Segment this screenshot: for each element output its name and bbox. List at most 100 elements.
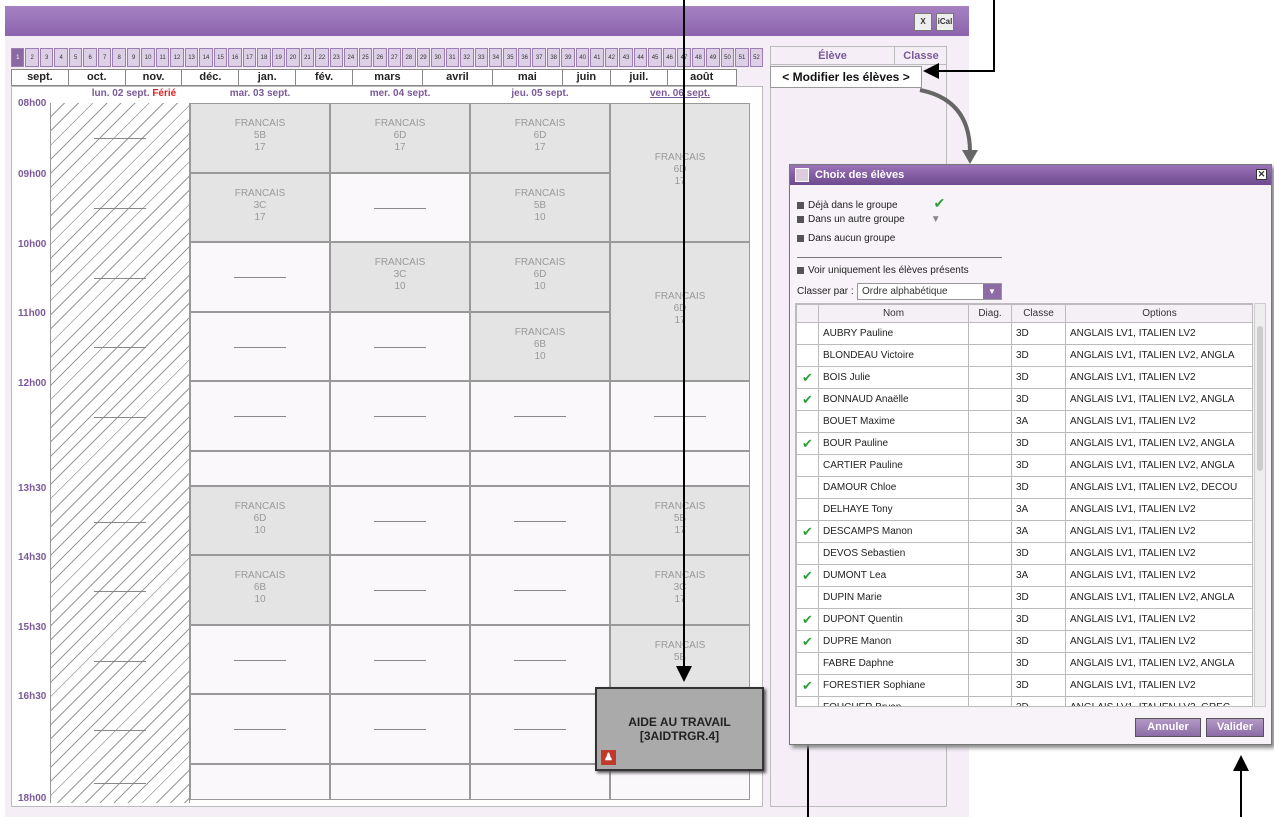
course-block[interactable]: FRANCAIS 6D 10 [470,242,610,312]
empty-slot[interactable] [330,555,470,625]
course-block[interactable]: FRANCAIS 6D 17 [470,103,610,173]
table-row[interactable]: ✔ DUMONT Lea 3A ANGLAIS LV1, ITALIEN LV2 [796,564,1252,587]
check-cell[interactable] [796,454,819,477]
week-43[interactable]: 43 [619,48,633,67]
header-options[interactable]: Options [1065,304,1252,323]
check-icon[interactable]: ✔ [796,520,819,543]
month-0[interactable]: sept. [11,69,68,86]
month-7[interactable]: avril [421,69,492,86]
week-10[interactable]: 10 [141,48,155,67]
month-8[interactable]: mai [491,69,562,86]
week-26[interactable]: 26 [373,48,387,67]
scrollbar[interactable] [1254,303,1266,707]
week-49[interactable]: 49 [706,48,720,67]
course-block[interactable]: FRANCAIS 6D 10 [190,486,330,555]
ical-export-icon[interactable]: iCal [936,13,954,31]
month-10[interactable]: juil. [609,69,667,86]
week-1[interactable]: 1 [11,48,25,67]
table-row[interactable]: AUBRY Pauline 3D ANGLAIS LV1, ITALIEN LV2 [796,322,1252,345]
table-row[interactable]: ✔ DUPRE Manon 3D ANGLAIS LV1, ITALIEN LV2 [796,630,1252,653]
week-14[interactable]: 14 [199,48,213,67]
table-row[interactable]: ✔ BOIS Julie 3D ANGLAIS LV1, ITALIEN LV2 [796,366,1252,389]
check-cell[interactable] [796,542,819,565]
week-5[interactable]: 5 [68,48,83,67]
empty-slot[interactable] [190,242,330,312]
week-9[interactable]: 9 [126,48,141,67]
week-16[interactable]: 16 [228,48,242,67]
table-row[interactable]: ✔ DESCAMPS Manon 3A ANGLAIS LV1, ITALIEN LV… [796,520,1252,543]
week-32[interactable]: 32 [460,48,474,67]
empty-slot[interactable] [470,764,610,800]
check-icon[interactable]: ✔ [796,674,819,697]
check-cell[interactable] [796,696,819,706]
week-22[interactable]: 22 [315,48,329,67]
week-4[interactable]: 4 [54,48,68,67]
week-23[interactable]: 23 [329,48,344,67]
month-4[interactable]: jan. [238,69,296,86]
week-25[interactable]: 25 [358,48,373,67]
week-21[interactable]: 21 [300,48,315,67]
empty-slot[interactable] [330,486,470,555]
empty-slot[interactable] [330,694,470,764]
week-45[interactable]: 45 [648,48,662,67]
empty-slot[interactable] [190,625,330,694]
week-44[interactable]: 44 [633,48,648,67]
table-row[interactable]: ✔ DUPONT Quentin 3D ANGLAIS LV1, ITALIEN LV… [796,608,1252,631]
check-cell[interactable] [796,586,819,609]
empty-slot[interactable] [330,451,470,486]
close-icon[interactable]: ✕ [1256,169,1267,180]
empty-slot[interactable] [470,451,610,486]
empty-slot[interactable] [470,381,610,451]
header-nom[interactable]: Nom [818,304,969,323]
sort-select[interactable]: Ordre alphabétique ▼ [857,283,1002,300]
validate-button[interactable]: Valider [1206,718,1264,737]
week-35[interactable]: 35 [503,48,517,67]
table-row[interactable]: FOUCHER Bryan 3DANGLAIS LV1, ITALIEN LV2,… [796,696,1252,706]
week-30[interactable]: 30 [431,48,445,67]
col-classe[interactable]: Classe [895,47,947,64]
table-row[interactable]: ✔ FORESTIER Sophiane 3D ANGLAIS LV1, ITALIE… [796,674,1252,697]
col-eleve[interactable]: Élève [771,47,895,64]
week-42[interactable]: 42 [604,48,619,67]
month-5[interactable]: fév. [295,69,352,86]
empty-slot[interactable] [470,486,610,555]
course-block[interactable]: FRANCAIS 3C 17 [190,173,330,242]
month-3[interactable]: déc. [181,69,239,86]
course-block[interactable]: FRANCAIS 3C 10 [330,242,470,312]
course-block[interactable]: FRANCAIS 5B 17 [190,103,330,173]
week-15[interactable]: 15 [213,48,228,67]
table-row[interactable]: DUPIN Marie 3D ANGLAIS LV1, ITALIEN LV2, A… [796,586,1252,609]
week-40[interactable]: 40 [575,48,590,67]
week-7[interactable]: 7 [97,48,112,67]
week-31[interactable]: 31 [445,48,460,67]
week-46[interactable]: 46 [662,48,677,67]
empty-slot[interactable] [190,381,330,451]
check-icon[interactable]: ✔ [796,366,819,389]
table-row[interactable]: ✔ BOUR Pauline 3D ANGLAIS LV1, ITALIEN LV2,… [796,432,1252,455]
empty-slot[interactable] [330,381,470,451]
empty-slot[interactable] [470,694,610,764]
week-2[interactable]: 2 [25,48,39,67]
table-row[interactable]: DEVOS Sebastien 3D ANGLAIS LV1, ITALIEN LV… [796,542,1252,565]
empty-slot[interactable] [330,173,470,242]
week-41[interactable]: 41 [590,48,604,67]
month-1[interactable]: oct. [67,69,125,86]
week-33[interactable]: 33 [474,48,488,67]
week-28[interactable]: 28 [402,48,416,67]
empty-slot[interactable] [330,625,470,694]
week-52[interactable]: 52 [749,48,764,67]
week-8[interactable]: 8 [112,48,126,67]
empty-slot[interactable] [470,625,610,694]
filter-present-checkbox[interactable]: Voir uniquement les élèves présents [797,265,969,276]
scrollbar-thumb[interactable] [1257,326,1263,471]
week-24[interactable]: 24 [344,48,358,67]
week-6[interactable]: 6 [83,48,97,67]
check-icon[interactable]: ✔ [796,388,819,411]
week-50[interactable]: 50 [720,48,735,67]
course-block[interactable]: FRANCAIS 6D 17 [610,103,750,242]
empty-slot[interactable] [190,764,330,800]
week-34[interactable]: 34 [488,48,503,67]
week-27[interactable]: 27 [387,48,402,67]
course-block[interactable]: FRANCAIS 5B [610,625,750,694]
empty-slot[interactable] [190,694,330,764]
